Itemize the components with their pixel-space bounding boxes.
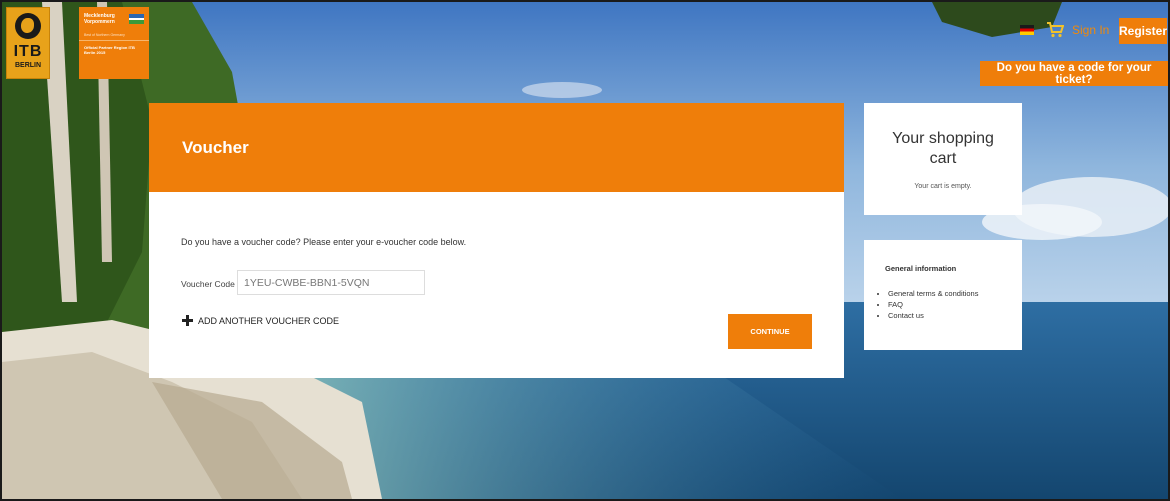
- shopping-cart-panel: Your shopping cart Your cart is empty.: [864, 103, 1022, 215]
- partner-logo-divider: [79, 40, 149, 41]
- general-information-panel: General information General terms & cond…: [864, 240, 1022, 350]
- german-flag-icon[interactable]: [1020, 25, 1034, 35]
- sign-in-link[interactable]: Sign In: [1072, 23, 1109, 37]
- page-title: Voucher: [182, 138, 249, 157]
- faq-link[interactable]: FAQ: [888, 299, 978, 310]
- voucher-code-label: Voucher Code: [181, 279, 235, 289]
- globe-icon: [15, 13, 41, 39]
- voucher-card: Voucher Do you have a voucher code? Plea…: [149, 103, 844, 378]
- terms-link[interactable]: General terms & conditions: [888, 288, 978, 299]
- cart-empty-text: Your cart is empty.: [914, 183, 972, 190]
- itb-logo-subtext: BERLIN: [14, 62, 42, 69]
- add-voucher-code-button[interactable]: ADD ANOTHER VOUCHER CODE: [182, 315, 339, 326]
- add-voucher-code-label: ADD ANOTHER VOUCHER CODE: [198, 315, 340, 326]
- plus-icon: [182, 315, 193, 326]
- register-button[interactable]: Register: [1119, 18, 1167, 44]
- itb-berlin-logo[interactable]: ITB BERLIN: [6, 7, 50, 79]
- page-frame: ITB BERLIN Mecklenburg Vorpommern Best o…: [0, 0, 1170, 501]
- partner-logo-name: Mecklenburg Vorpommern: [84, 13, 115, 25]
- ticket-code-button[interactable]: Do you have a code for your ticket?: [980, 61, 1168, 86]
- continue-button[interactable]: CONTINUE: [728, 314, 812, 349]
- cart-title: Your shopping cart: [892, 130, 994, 167]
- voucher-card-header: Voucher: [149, 103, 844, 192]
- voucher-instructions: Do you have a voucher code? Please enter…: [181, 237, 467, 247]
- general-information-title: General information: [885, 264, 957, 273]
- contact-link[interactable]: Contact us: [888, 310, 978, 321]
- shopping-cart-icon[interactable]: [1046, 21, 1064, 39]
- landscape-icon: [129, 14, 144, 24]
- partner-region-logo[interactable]: Mecklenburg Vorpommern Best of Northern …: [79, 7, 149, 79]
- partner-logo-caption: Official Partner Region ITB Berlin 2015: [84, 45, 135, 55]
- itb-logo-text: ITB: [13, 43, 43, 60]
- partner-logo-tagline: Best of Northern Germany: [84, 33, 125, 37]
- voucher-code-input[interactable]: [237, 270, 425, 295]
- general-information-links: General terms & conditions FAQ Contact u…: [878, 288, 978, 321]
